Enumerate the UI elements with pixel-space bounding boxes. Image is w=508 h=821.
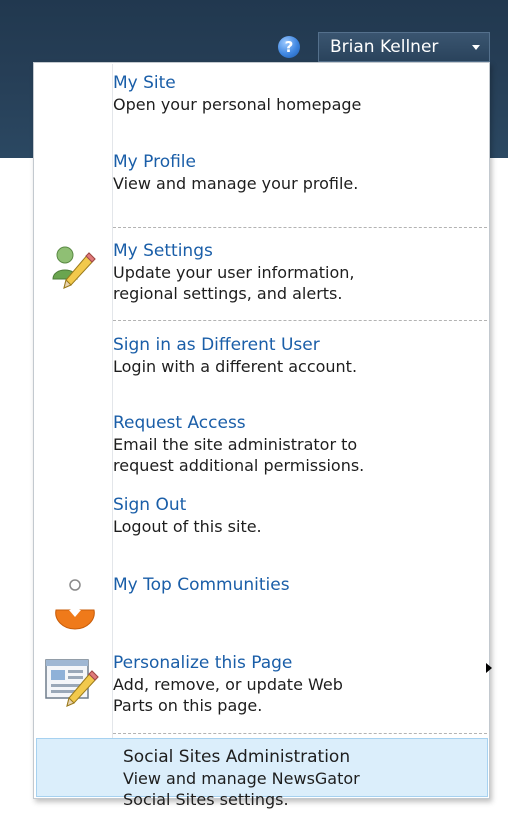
menu-item-my-settings[interactable]: My Settings Update your user information… — [113, 241, 489, 304]
menu-item-request-access[interactable]: Request Access Email the site administra… — [113, 413, 489, 476]
menu-item-description: Open your personal homepage — [113, 95, 362, 114]
menu-item-title: Sign Out — [113, 495, 187, 515]
menu-item-description: regional settings, and alerts. — [113, 284, 343, 303]
menu-item-title: My Top Communities — [113, 575, 290, 595]
menu-item-description: View and manage NewsGator — [123, 769, 360, 788]
menu-item-title: Sign in as Different User — [113, 335, 320, 355]
menu-item-description: Social Sites settings. — [123, 790, 289, 809]
menu-item-description: Parts on this page. — [113, 696, 263, 715]
menu-item-title: Request Access — [113, 413, 246, 433]
menu-separator — [113, 320, 487, 321]
menu-item-description: Update your user information, — [113, 263, 355, 282]
menu-item-title: My Profile — [113, 152, 196, 172]
menu-item-social-sites-administration[interactable]: Social Sites Administration View and man… — [123, 747, 483, 810]
user-dropdown-menu: My Site Open your personal homepage My P… — [33, 62, 492, 799]
menu-item-title: Personalize this Page — [113, 653, 293, 673]
menu-item-sign-in-different-user[interactable]: Sign in as Different User Login with a d… — [113, 335, 489, 377]
menu-item-title: Social Sites Administration — [123, 747, 351, 767]
user-name-label: Brian Kellner — [330, 37, 439, 57]
menu-item-my-site[interactable]: My Site Open your personal homepage — [113, 73, 489, 115]
menu-separator — [113, 733, 487, 734]
menu-item-title: My Site — [113, 73, 176, 93]
menu-item-description: Add, remove, or update Web — [113, 675, 343, 694]
menu-item-title: My Settings — [113, 241, 213, 261]
menu-item-my-top-communities[interactable]: My Top Communities — [113, 575, 489, 596]
menu-item-description: Email the site administrator to — [113, 435, 358, 454]
chevron-down-icon — [472, 44, 480, 50]
menu-item-description: Login with a different account. — [113, 357, 358, 376]
menu-separator — [113, 227, 487, 228]
help-icon[interactable]: ? — [278, 36, 300, 58]
menu-item-my-profile[interactable]: My Profile View and manage your profile. — [113, 152, 489, 194]
user-settings-icon — [52, 246, 96, 289]
user-menu-button[interactable]: Brian Kellner — [318, 32, 490, 62]
menu-item-description: View and manage your profile. — [113, 174, 359, 193]
communities-icon — [55, 579, 95, 630]
menu-item-sign-out[interactable]: Sign Out Logout of this site. — [113, 495, 489, 537]
edit-page-icon — [45, 659, 99, 707]
menu-item-description: request additional permissions. — [113, 456, 365, 475]
menu-item-personalize-page[interactable]: Personalize this Page Add, remove, or up… — [113, 653, 489, 716]
menu-item-description: Logout of this site. — [113, 517, 262, 536]
